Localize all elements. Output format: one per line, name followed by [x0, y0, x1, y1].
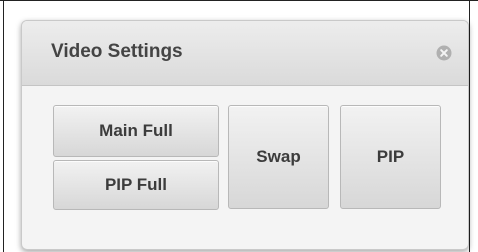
pip-full-button[interactable]: PIP Full — [53, 160, 219, 210]
swap-button[interactable]: Swap — [228, 105, 329, 209]
window-frame-top — [0, 0, 478, 4]
main-full-button[interactable]: Main Full — [53, 105, 219, 157]
video-settings-dialog: Video Settings Main Full PIP Full Swap P… — [21, 20, 469, 250]
window-frame-left — [3, 0, 4, 252]
dialog-header: Video Settings — [22, 21, 468, 86]
close-icon[interactable] — [436, 45, 452, 61]
pip-button[interactable]: PIP — [340, 105, 441, 209]
window-frame-right — [469, 0, 470, 252]
dialog-title: Video Settings — [51, 41, 183, 62]
